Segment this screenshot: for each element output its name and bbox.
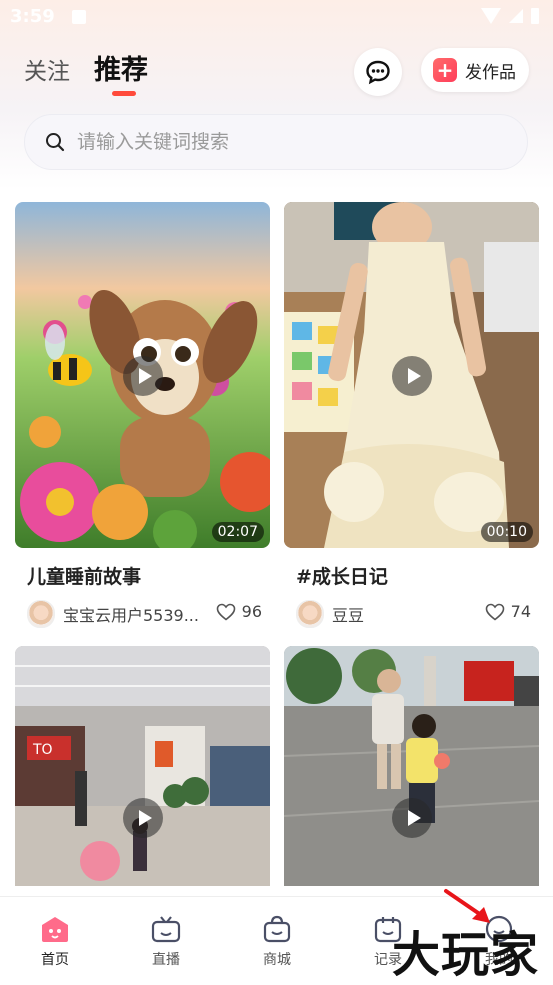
active-tab-indicator [112,91,136,96]
nav-live-label: 直播 [152,952,180,968]
play-icon [407,368,421,384]
nav-live[interactable]: 直播 [126,915,206,969]
video-thumbnail[interactable] [284,646,539,886]
status-bar: 3:59 [0,0,553,34]
video-thumbnail[interactable]: 00:10 [284,202,539,548]
thumbnail-image [284,646,539,886]
nav-mall[interactable]: 商城 [237,915,317,969]
play-icon [407,810,421,826]
bag-icon [262,915,292,943]
author-name[interactable]: 宝宝云用户5539... [63,602,205,626]
notification-icon [72,10,86,24]
battery-icon [531,8,539,24]
like-button[interactable]: 74 [485,602,531,621]
nav-home[interactable]: 首页 [15,915,95,969]
video-duration: 00:10 [480,522,533,542]
plus-square-icon: + [433,58,457,82]
play-button[interactable] [123,798,163,838]
play-icon [138,810,152,826]
avatar[interactable] [27,600,55,628]
message-button[interactable] [354,48,402,96]
video-title[interactable]: 儿童睡前故事 [27,562,141,589]
search-icon [46,133,65,152]
video-title[interactable]: #成长日记 [296,562,388,589]
tab-follow[interactable]: 关注 [24,52,70,86]
search-bar[interactable] [24,114,528,170]
video-thumbnail[interactable]: TO [15,646,270,886]
top-nav: 关注 推荐 + 发作品 [0,40,553,100]
nav-home-label: 首页 [41,952,69,968]
video-meta: 宝宝云用户5539... 96 [27,600,262,628]
tv-icon [151,915,181,943]
search-input[interactable] [75,130,479,154]
svg-text:TO: TO [32,742,53,758]
nav-mall-label: 商城 [263,952,291,968]
signal-icon [509,9,523,23]
like-button[interactable]: 96 [216,602,262,621]
video-thumbnail[interactable]: 02:07 [15,202,270,548]
play-button[interactable] [392,798,432,838]
publish-label: 发作品 [465,62,516,83]
play-button[interactable] [123,356,163,396]
like-count: 96 [241,602,262,621]
author-name[interactable]: 豆豆 [332,602,474,626]
like-count: 74 [510,602,531,621]
tab-recommend[interactable]: 推荐 [94,48,148,87]
chat-bubble-icon [366,60,390,85]
avatar[interactable] [296,600,324,628]
status-time: 3:59 [10,6,55,27]
video-meta: 豆豆 74 [296,600,531,628]
wifi-icon [481,8,501,24]
watermark: 大玩家 [392,927,540,983]
video-duration: 02:07 [211,522,264,542]
play-button[interactable] [392,356,432,396]
publish-button[interactable]: + 发作品 [421,48,529,92]
status-indicators [481,8,539,24]
thumbnail-image: TO [15,646,270,886]
heart-icon [216,603,235,621]
play-icon [138,368,152,384]
home-icon [40,915,70,943]
heart-icon [485,603,504,621]
